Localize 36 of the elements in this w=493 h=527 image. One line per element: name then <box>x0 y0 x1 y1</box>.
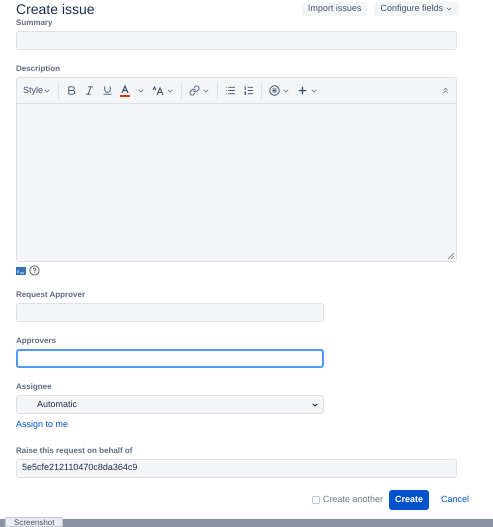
checkbox-label: Create another <box>322 492 383 506</box>
field-label: Assignee <box>16 382 53 392</box>
field-label: Description <box>16 64 62 74</box>
field-label: Approvers <box>16 336 58 346</box>
chevron-icon <box>311 400 319 408</box>
assign-to-me-link[interactable]: Assign to me <box>16 418 68 432</box>
header-button[interactable]: Import issues <box>302 2 368 16</box>
create-button[interactable]: Create <box>388 490 429 510</box>
underline-icon[interactable] <box>102 85 114 96</box>
dialog-title: Create issue <box>16 1 96 17</box>
italic-icon[interactable] <box>84 85 96 96</box>
header-button[interactable]: Configure fields <box>374 2 459 16</box>
help-icon[interactable] <box>29 265 40 276</box>
resize-handle-icon[interactable] <box>448 253 454 259</box>
circle-icon[interactable] <box>269 85 280 96</box>
bullet-list-icon[interactable] <box>225 85 236 96</box>
cancel-button[interactable]: Cancel <box>434 490 475 510</box>
font-size-icon[interactable] <box>152 86 164 96</box>
text-color-icon[interactable] <box>120 84 130 96</box>
numbered-list-icon[interactable] <box>243 85 254 96</box>
style-dropdown[interactable]: Style <box>23 84 52 98</box>
rich-text-editor[interactable]: Style <box>16 77 457 262</box>
bold-icon[interactable] <box>66 85 78 96</box>
plus-icon[interactable] <box>297 85 308 96</box>
assignee-select[interactable]: Automatic <box>16 395 324 414</box>
create-another-checkbox[interactable] <box>312 496 320 504</box>
image-icon[interactable] <box>16 266 26 274</box>
input-field[interactable]: 5e5cfe212110470c8da364c9 <box>16 458 457 478</box>
link-icon[interactable] <box>189 85 200 96</box>
field-label: Raise this request on behalf of <box>16 446 134 456</box>
collapse-icon[interactable] <box>441 86 450 95</box>
input-field[interactable] <box>16 349 324 368</box>
screenshot-tab[interactable]: Screenshot <box>5 517 64 527</box>
field-label: Request Approver <box>16 290 86 300</box>
field-label: Summary <box>16 18 54 28</box>
chevron-icon <box>445 5 453 13</box>
